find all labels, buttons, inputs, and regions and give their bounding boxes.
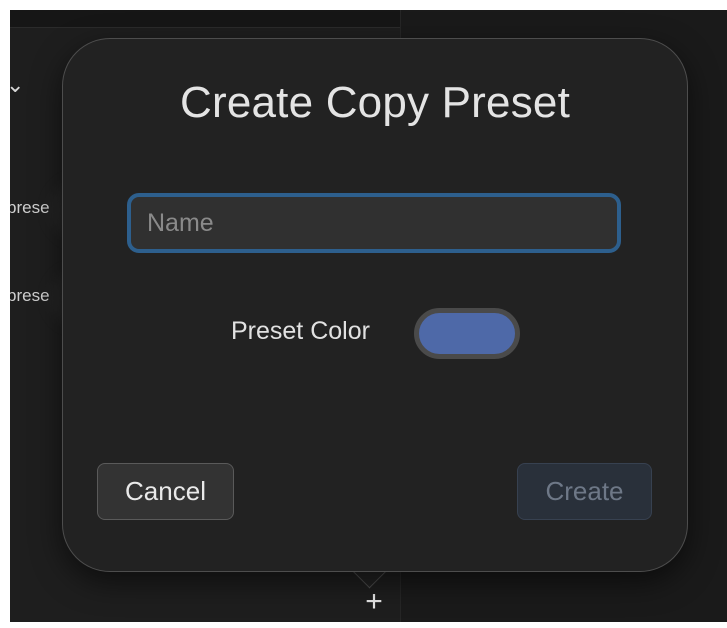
dialog-title: Create Copy Preset: [180, 78, 570, 127]
create-copy-preset-dialog: Create Copy Preset Preset Color Cancel C…: [62, 38, 688, 572]
cancel-button[interactable]: Cancel: [97, 463, 234, 520]
add-preset-button[interactable]: +: [360, 587, 388, 617]
preset-list-item[interactable]: prese: [10, 286, 50, 306]
preset-list-item[interactable]: prese: [10, 198, 50, 218]
preset-color-label: Preset Color: [231, 317, 370, 345]
chevron-down-icon[interactable]: ⌄: [10, 72, 24, 98]
create-button[interactable]: Create: [517, 463, 652, 520]
preset-color-picker[interactable]: [414, 308, 520, 359]
preset-name-input[interactable]: [127, 193, 621, 253]
pane-header: [10, 10, 400, 28]
